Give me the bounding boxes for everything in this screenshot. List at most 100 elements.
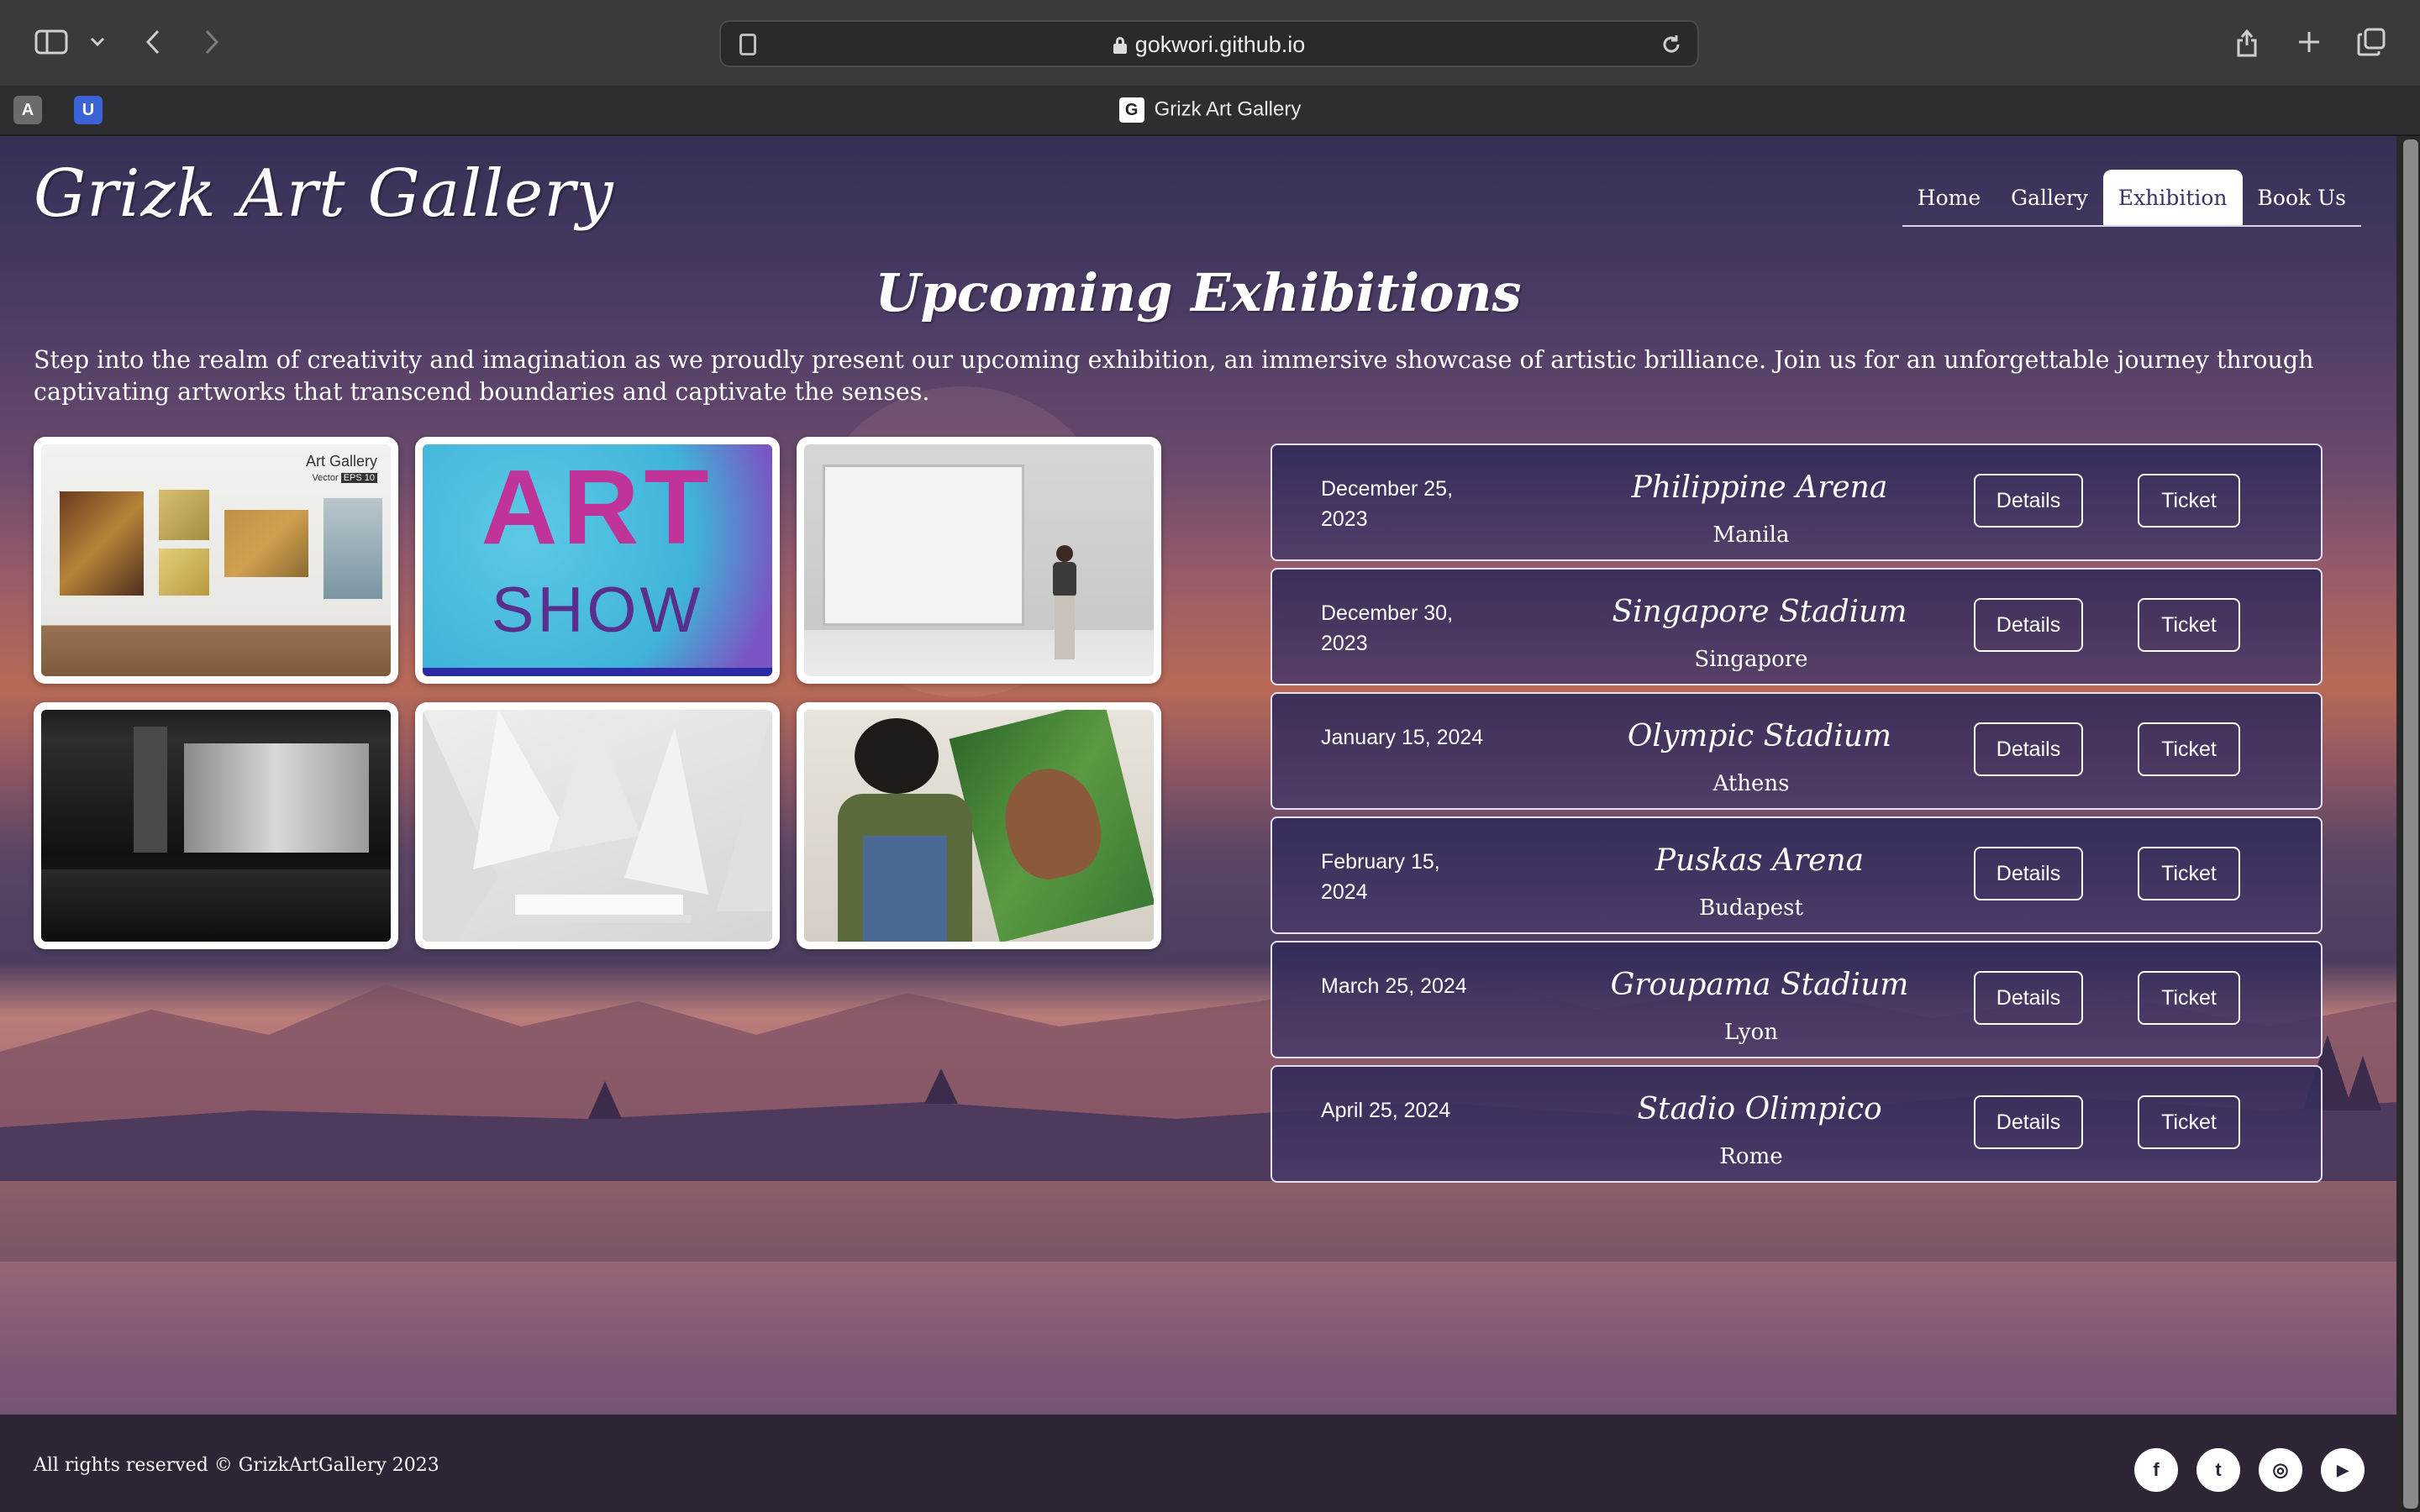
- facebook-icon[interactable]: f: [2134, 1448, 2178, 1492]
- exhibition-city: Rome: [1719, 1144, 1783, 1169]
- image-white-podium: [423, 710, 772, 942]
- woman-head: [1056, 545, 1073, 562]
- ticket-button[interactable]: Ticket: [2138, 598, 2240, 652]
- address-bar[interactable]: gokwori.github.io: [719, 20, 1699, 67]
- page-scrollbar[interactable]: [2396, 136, 2420, 1512]
- image-art-gallery-wall: Art Gallery Vector EPS 10: [41, 444, 391, 676]
- ticket-button[interactable]: Ticket: [2138, 971, 2240, 1025]
- gallery-image-blank-canvas[interactable]: [797, 437, 1161, 684]
- painting-4: [224, 510, 308, 577]
- reload-icon[interactable]: [1660, 34, 1682, 55]
- browser-toolbar: gokwori.github.io: [0, 0, 2420, 86]
- painting-1: [60, 491, 144, 596]
- details-button[interactable]: Details: [1974, 971, 2083, 1025]
- youtube-icon[interactable]: ▶: [2321, 1448, 2365, 1492]
- instagram-icon[interactable]: ◎: [2259, 1448, 2302, 1492]
- chevron-left-icon: [145, 29, 160, 55]
- art-gallery-label: Art Gallery: [305, 453, 377, 470]
- twitter-icon[interactable]: t: [2196, 1448, 2240, 1492]
- gallery-image-artist-painting[interactable]: [797, 702, 1161, 949]
- exhibition-venue: Puskas Arena: [1655, 843, 1865, 878]
- details-button[interactable]: Details: [1974, 1095, 2083, 1149]
- exhibition-date: February 15, 2024: [1321, 850, 1440, 904]
- scrollbar-thumb[interactable]: [2403, 139, 2418, 1509]
- details-button[interactable]: Details: [1974, 598, 2083, 652]
- art-show-text-show: SHOW: [491, 575, 704, 646]
- exhibition-row: December 25, 2023 Philippine Arena Manil…: [1270, 444, 2323, 561]
- exhibition-row: January 15, 2024 Olympic Stadium Athens …: [1270, 692, 2323, 810]
- vector-label: Vector: [312, 473, 339, 483]
- painting-3: [159, 549, 209, 596]
- tabs-icon: [2357, 28, 2386, 56]
- exhibition-venue: Singapore Stadium: [1612, 595, 1907, 629]
- exhibition-city: Singapore: [1694, 647, 1808, 672]
- plus-icon: [2299, 32, 2319, 52]
- chevron-down-icon: [90, 37, 105, 47]
- nav-book-us[interactable]: Book Us: [2243, 170, 2361, 225]
- details-button[interactable]: Details: [1974, 847, 2083, 900]
- footer: All rights reserved © GrizkArtGallery 20…: [0, 1415, 2396, 1512]
- nav-home[interactable]: Home: [1902, 170, 1996, 225]
- hall-pillar: [134, 727, 167, 853]
- ticket-button[interactable]: Ticket: [2138, 847, 2240, 900]
- tab-overview-button[interactable]: [2349, 20, 2393, 64]
- exhibition-date: December 30, 2023: [1321, 601, 1454, 655]
- woman-body: [1053, 562, 1076, 597]
- gallery-image-wall[interactable]: Art Gallery Vector EPS 10: [34, 437, 398, 684]
- ticket-button[interactable]: Ticket: [2138, 722, 2240, 776]
- painting-2: [159, 490, 209, 540]
- tab-favicon: G: [1118, 97, 1144, 123]
- hall-floor: [41, 869, 391, 942]
- sidebar-toggle-button[interactable]: [25, 20, 77, 64]
- exhibition-venue: Stadio Olimpico: [1637, 1092, 1882, 1126]
- lock-icon: [1113, 37, 1127, 54]
- new-tab-button[interactable]: [2287, 20, 2331, 64]
- ticket-button[interactable]: Ticket: [2138, 1095, 2240, 1149]
- artist-overalls: [863, 836, 947, 942]
- image-artist-with-painting: [804, 710, 1154, 942]
- gallery-image-white-podium[interactable]: [415, 702, 780, 949]
- image-woman-blank-canvas: [804, 444, 1154, 676]
- exhibition-row: March 25, 2024 Groupama Stadium Lyon Det…: [1270, 941, 2323, 1058]
- exhibition-venue: Groupama Stadium: [1610, 968, 1909, 1002]
- exhibition-city: Athens: [1712, 771, 1790, 796]
- artist-hair: [855, 718, 939, 794]
- gallery-image-dark-hall[interactable]: [34, 702, 398, 949]
- footer-copyright: All rights reserved © GrizkArtGallery 20…: [34, 1455, 439, 1476]
- active-tab[interactable]: G Grizk Art Gallery: [0, 97, 2420, 123]
- exhibition-city: Lyon: [1724, 1020, 1778, 1045]
- back-button[interactable]: [131, 20, 175, 64]
- chevron-right-icon: [205, 29, 219, 55]
- details-button[interactable]: Details: [1974, 474, 2083, 528]
- forward-button[interactable]: [190, 20, 234, 64]
- url-text: gokwori.github.io: [1134, 32, 1306, 57]
- exhibition-row: December 30, 2023 Singapore Stadium Sing…: [1270, 568, 2323, 685]
- section-intro: Step into the realm of creativity and im…: [34, 346, 2314, 406]
- blank-canvas: [823, 465, 1024, 626]
- exhibition-date: December 25, 2023: [1321, 477, 1454, 531]
- tab-title: Grizk Art Gallery: [1154, 97, 1302, 121]
- nav-exhibition[interactable]: Exhibition: [2102, 170, 2243, 225]
- exhibition-date: March 25, 2024: [1321, 974, 1467, 998]
- exhibition-city: Manila: [1712, 522, 1790, 548]
- site-title[interactable]: Grizk Art Gallery: [34, 156, 614, 232]
- exhibition-date: January 15, 2024: [1321, 726, 1484, 749]
- podium-shapes: [423, 710, 772, 942]
- main-nav: Home Gallery Exhibition Book Us: [1902, 170, 2361, 227]
- tab-group-menu-button[interactable]: [82, 20, 113, 64]
- image-dark-exhibition-hall: [41, 710, 391, 942]
- exhibition-row: February 15, 2024 Puskas Arena Budapest …: [1270, 816, 2323, 934]
- image-art-show-poster: ART SHOW: [423, 444, 772, 676]
- exhibition-city: Budapest: [1699, 895, 1803, 921]
- exhibition-row: April 25, 2024 Stadio Olimpico Rome Deta…: [1270, 1065, 2323, 1183]
- share-button[interactable]: [2225, 20, 2269, 64]
- exhibition-date: April 25, 2024: [1321, 1099, 1451, 1122]
- details-button[interactable]: Details: [1974, 722, 2083, 776]
- exhibition-venue: Philippine Arena: [1631, 470, 1888, 505]
- ticket-button[interactable]: Ticket: [2138, 474, 2240, 528]
- hall-wall-lit: [184, 743, 369, 853]
- share-icon: [2237, 29, 2257, 57]
- eps-label: EPS 10: [340, 473, 377, 483]
- nav-gallery[interactable]: Gallery: [1996, 170, 2103, 225]
- gallery-image-art-show[interactable]: ART SHOW: [415, 437, 780, 684]
